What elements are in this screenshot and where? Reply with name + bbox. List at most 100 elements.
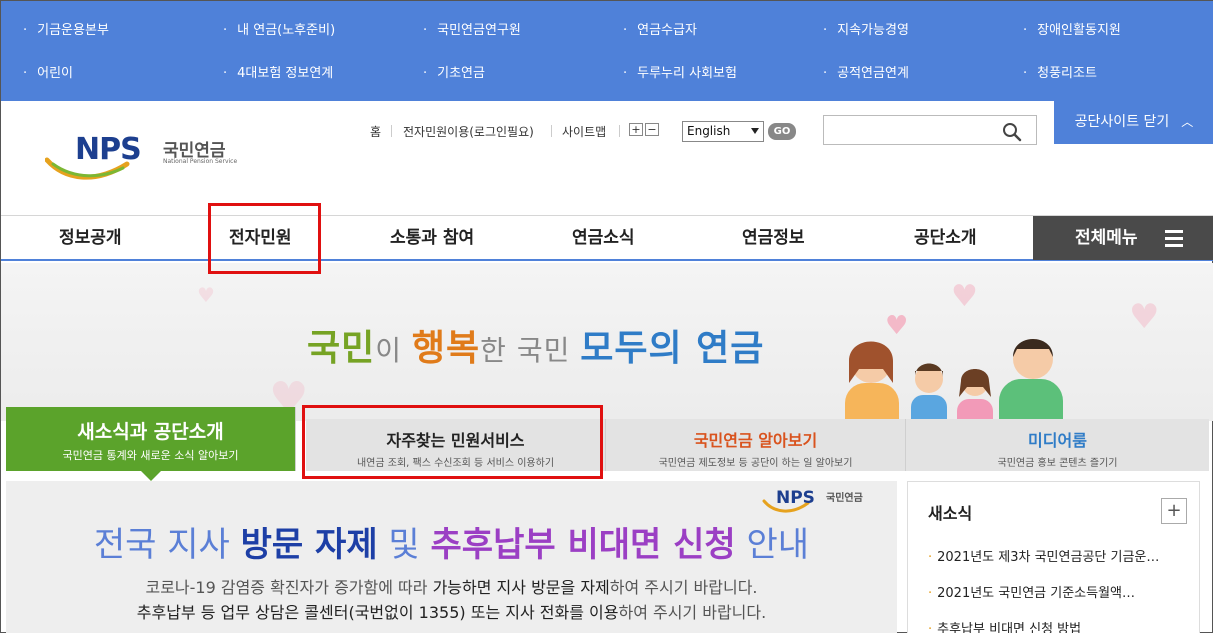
notice-headline: 전국 지사 방문 자제 및 추후납부 비대면 신청 안내	[6, 517, 897, 566]
tab-frequent-services[interactable]: 자주찾는 민원서비스 내연금 조회, 팩스 수신조회 등 서비스 이용하기	[306, 419, 606, 471]
util-home-link[interactable]: 홈	[370, 123, 381, 140]
bullet-icon: ·	[928, 586, 933, 601]
news-item[interactable]: · 2021년도 국민연금 기준소득월액…	[928, 582, 1135, 601]
hero-slogan: 국민이 행복한 국민 모두의 연금	[307, 319, 764, 371]
svg-text:NPS: NPS	[776, 488, 815, 508]
heart-decoration-icon: ♥	[951, 279, 978, 314]
line1-part-b: 가능하면 지사 방문을 자제	[432, 578, 610, 597]
language-go-button[interactable]: GO	[768, 123, 796, 140]
util-civil-service-link[interactable]: 전자민원이용(로그인필요)	[403, 123, 534, 140]
nav-info-disclosure[interactable]: 정보공개	[59, 216, 122, 260]
news-item-label: 2021년도 제3차 국민연금공단 기금운…	[937, 550, 1160, 565]
tab-media-room[interactable]: 미디어룸 국민연금 홍보 콘텐츠 즐기기	[906, 419, 1209, 471]
top-link-fund-management[interactable]: 기금운용본부	[23, 19, 109, 38]
top-link-resort[interactable]: 청풍리조트	[1023, 62, 1097, 81]
notice-banner[interactable]: NPS 국민연금 NPS 국민연금 전국 지사 방문 자제 및 추후납부 비대면…	[6, 481, 897, 633]
tab-title: 국민연금 알아보기	[693, 431, 818, 450]
logo-brand: NPS	[75, 132, 142, 167]
top-link-insurance-link[interactable]: 4대보험 정보연계	[223, 62, 333, 81]
tab-subtitle: 국민연금 통계와 새로운 소식 알아보기	[62, 449, 239, 462]
tab-title: 새소식과 공단소개	[77, 421, 224, 443]
nps-logo-graphic: NPS 국민연금	[762, 488, 863, 513]
logo-name-en: National Pension Service	[163, 158, 238, 165]
tab-news-and-about[interactable]: 새소식과 공단소개 국민연금 통계와 새로운 소식 알아보기	[6, 407, 296, 481]
chevron-down-icon	[751, 128, 759, 134]
slogan-word-2: 이	[375, 334, 412, 367]
heart-decoration-icon: ♥	[197, 283, 215, 307]
nav-communication[interactable]: 소통과 참여	[390, 216, 474, 260]
top-link-research-institute[interactable]: 국민연금연구원	[423, 19, 521, 38]
line1-part-a: 코로나-19 감염증 확진자가 증가함에 따라	[145, 578, 433, 597]
top-link-durunuri[interactable]: 두루누리 사회보험	[623, 62, 737, 81]
news-more-button[interactable]: +	[1161, 498, 1187, 524]
headline-part-5: 안내	[735, 525, 810, 565]
line2-part-b: 하여 주시기 바랍니다.	[618, 603, 767, 622]
top-link-public-pension[interactable]: 공적연금연계	[823, 62, 909, 81]
search-input[interactable]	[823, 115, 1037, 145]
nav-about[interactable]: 공단소개	[914, 216, 977, 260]
top-link-kids[interactable]: 어린이	[23, 62, 73, 81]
line1-part-c: 하여 주시기 바랍니다.	[609, 578, 758, 597]
text-zoom-controls: + −	[629, 123, 659, 136]
tab-subtitle: 국민연금 제도정보 등 공단이 하는 일 알아보기	[658, 458, 853, 469]
hero-banner: ♥ ♥ ♥ ♥ ♥ 국민이 행복한 국민 모두의 연금	[1, 263, 1213, 421]
notice-line-1: 코로나-19 감염증 확진자가 증가함에 따라 가능하면 지사 방문을 자제하여…	[6, 574, 897, 598]
slogan-word-4: 한 국민	[480, 334, 581, 367]
top-link-disability-support[interactable]: 장애인활동지원	[1023, 19, 1121, 38]
svg-text:국민연금: 국민연금	[826, 491, 863, 504]
bullet-icon: ·	[928, 622, 933, 633]
util-divider	[551, 125, 552, 137]
chevron-up-icon: ︿	[1181, 115, 1194, 129]
all-menu-button[interactable]: 전체메뉴	[1033, 216, 1213, 260]
notice-logo-text: NPS 국민연금	[882, 487, 883, 488]
news-title: 새소식	[928, 504, 973, 523]
tab-subtitle: 국민연금 홍보 콘텐츠 즐기기	[997, 458, 1118, 469]
site-header: NPS 국민연금 National Pension Service 홈 전자민원…	[1, 101, 1213, 215]
all-menu-label: 전체메뉴	[1075, 228, 1138, 248]
news-item[interactable]: · 2021년도 제3차 국민연금공단 기금운…	[928, 546, 1159, 565]
tab-learn-pension[interactable]: 국민연금 알아보기 국민연금 제도정보 등 공단이 하는 일 알아보기	[606, 419, 906, 471]
headline-part-4: 추후납부 비대면 신청	[430, 525, 736, 565]
family-illustration	[845, 339, 1063, 421]
line2-part-a: 추후납부 등 업무 상담은 콜센터(국번없이 1355) 또는 지사 전화를 이…	[136, 603, 619, 622]
notice-logo: NPS 국민연금 NPS 국민연금	[762, 487, 882, 519]
util-divider	[391, 125, 392, 137]
headline-part-2: 방문 자제	[240, 525, 378, 565]
headline-part-1: 전국 지사	[93, 525, 241, 565]
zoom-out-button[interactable]: −	[645, 123, 659, 136]
top-site-links-bar: 기금운용본부 내 연금(노후준비) 국민연금연구원 연금수급자 지속가능경영 장…	[1, 1, 1213, 101]
close-site-label: 공단사이트 닫기	[1074, 114, 1170, 130]
tab-subtitle: 내연금 조회, 팩스 수신조회 등 서비스 이용하기	[356, 458, 555, 469]
tab-title: 자주찾는 민원서비스	[386, 431, 525, 450]
news-item[interactable]: · 추후납부 비대면 신청 방법	[928, 618, 1081, 633]
zoom-in-button[interactable]: +	[629, 123, 643, 136]
service-tabs: 새소식과 공단소개 국민연금 통계와 새로운 소식 알아보기 자주찾는 민원서비…	[6, 407, 1209, 481]
main-navigation: 정보공개 전자민원 소통과 참여 연금소식 연금정보 공단소개 전체메뉴	[1, 215, 1213, 261]
nav-e-civil-service[interactable]: 전자민원	[229, 216, 292, 260]
nps-logo[interactable]: NPS 국민연금 National Pension Service	[44, 132, 245, 186]
tab-title: 미디어룸	[1028, 431, 1087, 450]
slogan-word-3: 행복	[411, 328, 481, 369]
notice-line-2: 추후납부 등 업무 상담은 콜센터(국번없이 1355) 또는 지사 전화를 이…	[6, 599, 897, 623]
close-site-button[interactable]: 공단사이트 닫기 ︿	[1054, 101, 1213, 144]
nav-pension-news[interactable]: 연금소식	[572, 216, 635, 260]
top-link-sustainability[interactable]: 지속가능경영	[823, 19, 909, 38]
util-divider	[619, 125, 620, 137]
language-selected-value: English	[687, 124, 731, 138]
hamburger-icon	[1165, 230, 1183, 251]
language-select[interactable]: English	[682, 121, 764, 142]
nav-pension-info[interactable]: 연금정보	[742, 216, 805, 260]
top-link-pensioner[interactable]: 연금수급자	[623, 19, 697, 38]
heart-decoration-icon: ♥	[1129, 297, 1160, 337]
top-link-basic-pension[interactable]: 기초연금	[423, 62, 485, 81]
top-link-my-pension[interactable]: 내 연금(노후준비)	[223, 19, 335, 38]
search-icon[interactable]	[1002, 122, 1022, 142]
slogan-word-5: 모두의 연금	[580, 328, 765, 369]
news-item-label: 2021년도 국민연금 기준소득월액…	[937, 586, 1136, 601]
bullet-icon: ·	[928, 550, 933, 565]
headline-part-3: 및	[377, 525, 431, 565]
news-panel: 새소식 + · 2021년도 제3차 국민연금공단 기금운… · 2021년도 국민…	[907, 481, 1200, 633]
util-sitemap-link[interactable]: 사이트맵	[562, 123, 606, 140]
slogan-word-1: 국민	[307, 328, 376, 369]
news-item-label: 추후납부 비대면 신청 방법	[937, 622, 1082, 633]
